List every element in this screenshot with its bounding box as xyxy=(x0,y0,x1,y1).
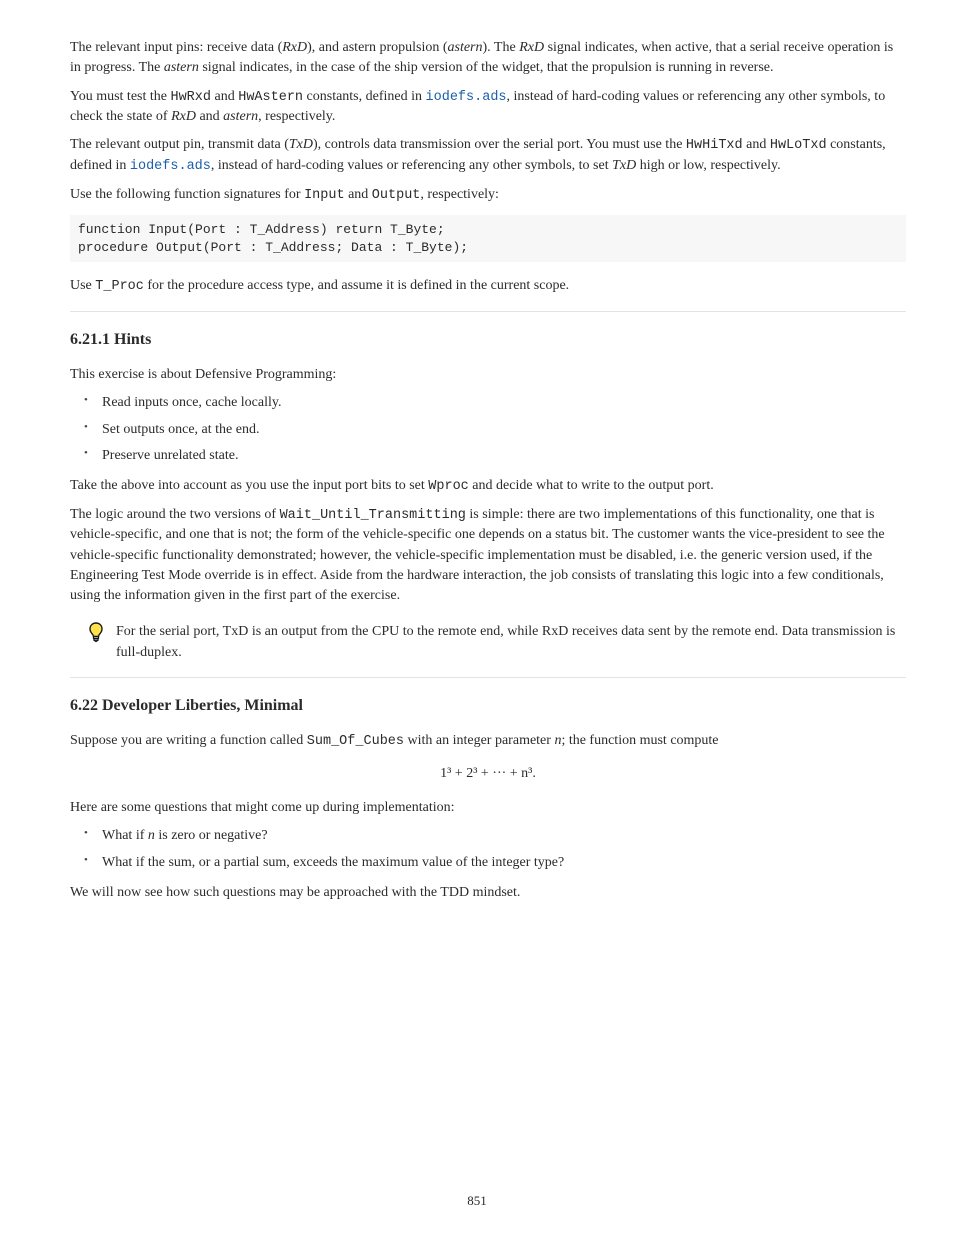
tip-callout: For the serial port, TxD is an output fr… xyxy=(70,622,906,663)
paragraph: The relevant input pins: receive data (R… xyxy=(70,38,906,79)
paragraph: This exercise is about Defensive Program… xyxy=(70,365,906,385)
tip-text: For the serial port, TxD is an output fr… xyxy=(116,624,895,659)
paragraph: We will now see how such questions may b… xyxy=(70,883,906,903)
list-item: Read inputs once, cache locally. xyxy=(84,393,906,413)
paragraph: Use the following function signatures fo… xyxy=(70,185,906,206)
paragraph: Suppose you are writing a function calle… xyxy=(70,731,906,752)
divider xyxy=(70,677,906,678)
list-item: What if the sum, or a partial sum, excee… xyxy=(84,853,906,873)
file-link[interactable]: iodefs.ads xyxy=(130,159,211,174)
bullet-list: Read inputs once, cache locally. Set out… xyxy=(70,393,906,466)
code-block: function Input(Port : T_Address) return … xyxy=(70,215,906,262)
paragraph: Here are some questions that might come … xyxy=(70,798,906,818)
bullet-list: What if n is zero or negative? What if t… xyxy=(70,826,906,873)
section-heading-hints: 6.21.1 Hints xyxy=(70,328,906,351)
paragraph: Take the above into account as you use t… xyxy=(70,476,906,497)
lightbulb-icon xyxy=(88,622,104,651)
section-heading-dev-liberties: 6.22 Developer Liberties, Minimal xyxy=(70,694,906,717)
list-item: Preserve unrelated state. xyxy=(84,446,906,466)
formula: 1³ + 2³ + ··· + n³. xyxy=(70,764,906,784)
page-number: 851 xyxy=(0,1192,954,1211)
paragraph: Use T_Proc for the procedure access type… xyxy=(70,276,906,297)
paragraph: The relevant output pin, transmit data (… xyxy=(70,135,906,176)
divider xyxy=(70,311,906,312)
paragraph: The logic around the two versions of Wai… xyxy=(70,505,906,607)
list-item: What if n is zero or negative? xyxy=(84,826,906,846)
file-link[interactable]: iodefs.ads xyxy=(426,90,507,105)
paragraph: You must test the HwRxd and HwAstern con… xyxy=(70,87,906,128)
list-item: Set outputs once, at the end. xyxy=(84,420,906,440)
